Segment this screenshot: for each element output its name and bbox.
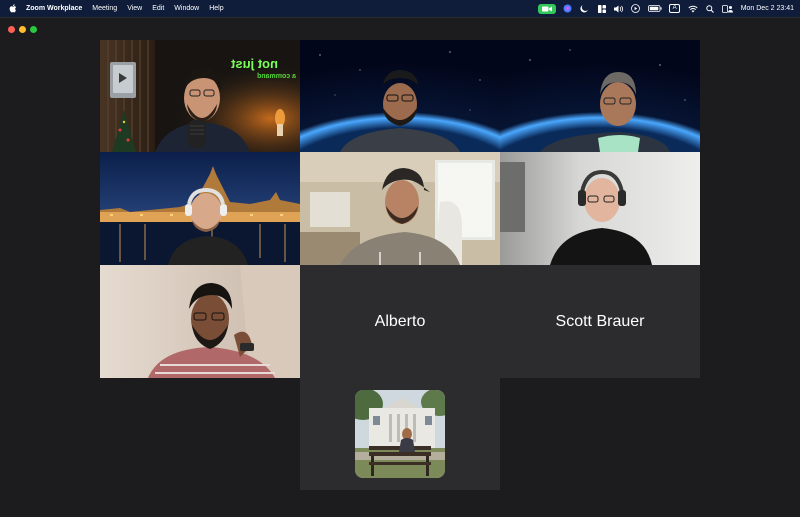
- zoom-video-icon[interactable]: [537, 3, 556, 14]
- profile-photo: [355, 390, 445, 478]
- apple-logo-icon[interactable]: [8, 4, 18, 14]
- play-icon[interactable]: [631, 4, 641, 14]
- battery-icon[interactable]: [647, 4, 662, 14]
- moon-icon[interactable]: [580, 4, 590, 14]
- menu-meeting[interactable]: Meeting: [92, 5, 117, 12]
- participant-video-3: [500, 40, 700, 152]
- control-center-icon[interactable]: [597, 4, 607, 14]
- participant-tile-10[interactable]: [300, 378, 500, 490]
- participant-video-2: [300, 40, 500, 152]
- menu-help[interactable]: Help: [209, 5, 223, 12]
- input-source-label: A: [669, 4, 681, 13]
- participant-tile-7[interactable]: [100, 265, 300, 378]
- participant-video-6: [500, 152, 700, 265]
- participant-video-7: [100, 265, 300, 378]
- participant-name-label: Alberto: [374, 312, 426, 330]
- participant-video-4: [100, 152, 300, 265]
- participant-tile-6[interactable]: [500, 152, 700, 265]
- participant-tile-3[interactable]: [500, 40, 700, 152]
- close-window-button[interactable]: [8, 26, 15, 33]
- menu-view[interactable]: View: [127, 5, 142, 12]
- menu-clock[interactable]: Mon Dec 2 23:41: [741, 5, 794, 12]
- menu-window[interactable]: Window: [174, 5, 199, 12]
- search-icon[interactable]: [705, 4, 715, 14]
- input-source-icon[interactable]: A: [669, 4, 681, 14]
- maximize-window-button[interactable]: [30, 26, 37, 33]
- participant-tile-8[interactable]: Alberto: [300, 265, 500, 378]
- participant-name-label: Scott Brauer: [555, 312, 645, 330]
- participant-tile-4[interactable]: [100, 152, 300, 265]
- avatar: [355, 390, 445, 478]
- menu-edit[interactable]: Edit: [152, 5, 164, 12]
- participant-video-1: not just a command: [100, 40, 300, 152]
- wifi-icon[interactable]: [688, 4, 698, 14]
- volume-icon[interactable]: [613, 4, 624, 14]
- minimize-window-button[interactable]: [19, 26, 26, 33]
- participant-tile-9[interactable]: Scott Brauer: [500, 265, 700, 378]
- user-icon[interactable]: [721, 4, 734, 14]
- window-controls: [8, 26, 37, 33]
- participant-tile-1[interactable]: not just a command: [100, 40, 300, 152]
- participant-tile-2[interactable]: [300, 40, 500, 152]
- svg-text:a command: a command: [257, 73, 296, 80]
- svg-text:not just: not just: [230, 56, 278, 71]
- siri-icon[interactable]: [563, 4, 573, 14]
- menu-app-name[interactable]: Zoom Workplace: [26, 5, 82, 12]
- menu-bar: Zoom Workplace Meeting View Edit Window …: [0, 0, 800, 17]
- participant-tile-5[interactable]: [300, 152, 500, 265]
- participant-video-5: [300, 152, 500, 265]
